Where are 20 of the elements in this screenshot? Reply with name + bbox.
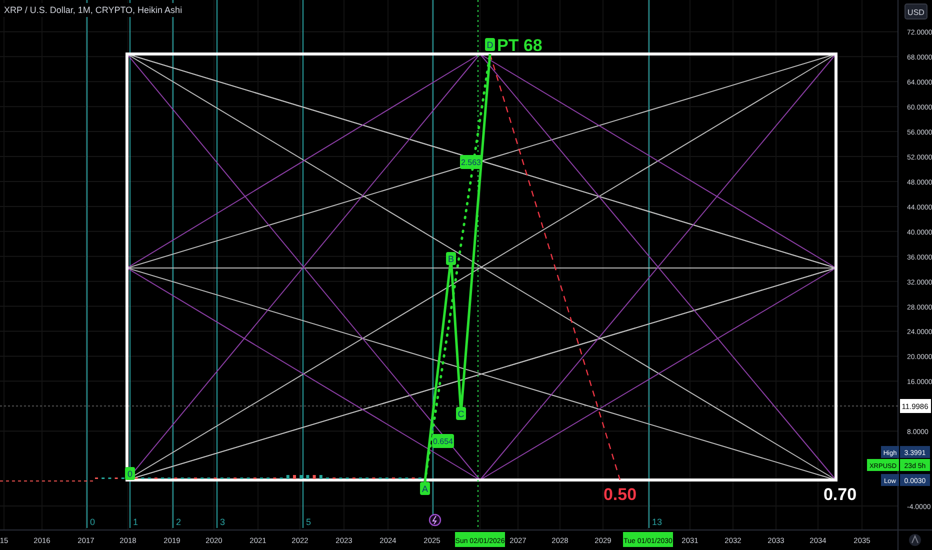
fib-level-label: 1 bbox=[133, 517, 138, 527]
ratio-label: 2.563 bbox=[460, 155, 482, 169]
lightning-icon[interactable] bbox=[428, 514, 442, 526]
wave-label: 0 bbox=[125, 467, 135, 480]
wave-label: D bbox=[485, 38, 495, 51]
price-target-label: PT 68 bbox=[497, 36, 542, 55]
price-target-label: 0.50 bbox=[603, 485, 637, 504]
currency-button[interactable]: USD bbox=[904, 4, 928, 20]
ratio-label: 0.654 bbox=[432, 434, 454, 448]
fib-level-label: 13 bbox=[652, 517, 662, 527]
fib-level-label: 5 bbox=[306, 517, 312, 527]
price-target-label: 0.70 bbox=[823, 485, 857, 504]
auto-scale-icon[interactable] bbox=[909, 534, 921, 546]
wave-label: B bbox=[446, 252, 456, 265]
wave-label: C bbox=[456, 407, 466, 420]
chart-title: XRP / U.S. Dollar, 1M, CRYPTO, Heikin Ashi bbox=[4, 5, 182, 15]
fib-level-label: 3 bbox=[220, 517, 226, 527]
fib-level-label: 2 bbox=[176, 517, 182, 527]
fib-level-label: 0 bbox=[90, 517, 96, 527]
wave-label: A bbox=[420, 482, 430, 495]
